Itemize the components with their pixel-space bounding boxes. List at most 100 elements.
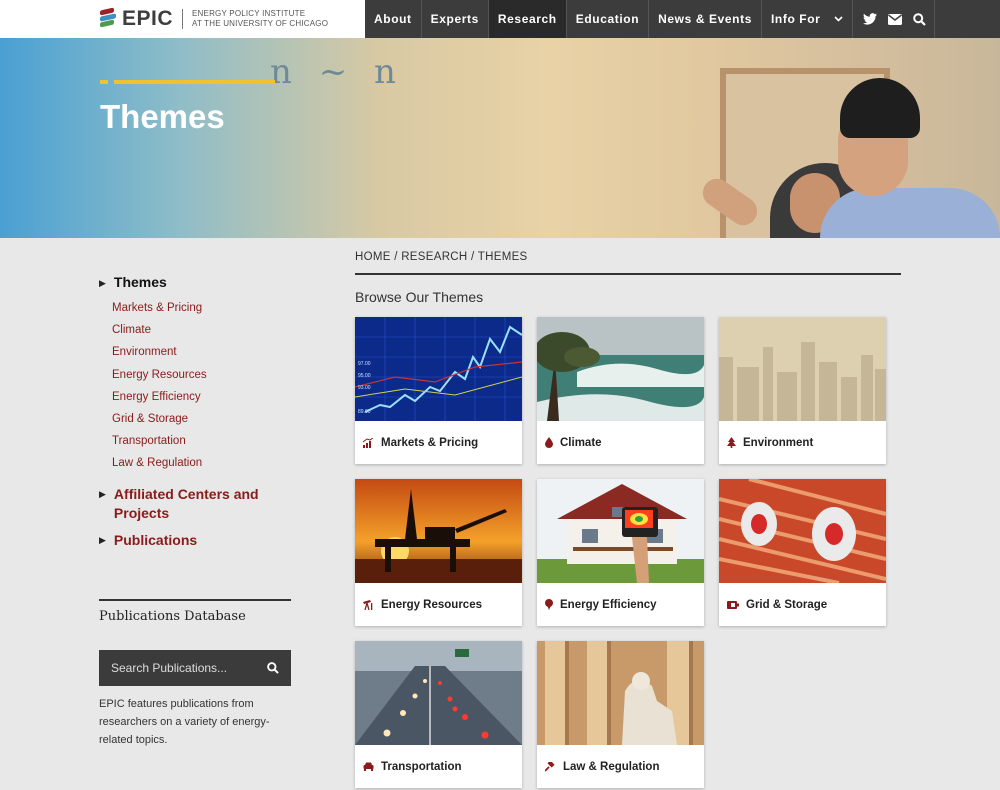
gavel-icon — [545, 761, 556, 772]
caret-right-icon: ▶ — [99, 278, 106, 288]
publications-database-title: Publications Database — [99, 609, 246, 624]
energy-resources-image — [355, 479, 522, 583]
theme-card-environment[interactable]: Environment — [719, 317, 886, 464]
drop-icon — [545, 437, 553, 448]
theme-card-energy-efficiency[interactable]: Energy Efficiency — [537, 479, 704, 626]
sidebar-item-energy-resources[interactable]: Energy Resources — [112, 364, 291, 386]
battery-icon — [727, 600, 739, 609]
logo-subtitle-line1: ENERGY POLICY INSTITUTE — [192, 9, 306, 18]
theme-card-energy-resources[interactable]: Energy Resources — [355, 479, 522, 626]
theme-card-title: Environment — [743, 436, 814, 449]
theme-card-label: Environment — [719, 421, 886, 464]
hero-person-front — [820, 78, 1000, 238]
theme-card-title: Grid & Storage — [746, 598, 828, 611]
theme-card-title: Markets & Pricing — [381, 436, 479, 449]
sidebar-nav: ▶ Themes Markets & Pricing Climate Envir… — [99, 274, 291, 558]
theme-card-law-regulation[interactable]: Law & Regulation — [537, 641, 704, 788]
sidebar-item-grid-storage[interactable]: Grid & Storage — [112, 408, 291, 430]
browse-themes-heading: Browse Our Themes — [355, 289, 484, 305]
sidebar-item-climate[interactable]: Climate — [112, 319, 291, 341]
nav-education[interactable]: Education — [567, 0, 650, 38]
tree-icon — [727, 437, 736, 448]
svg-text:89.00: 89.00 — [358, 409, 371, 415]
logo-divider — [182, 9, 184, 29]
theme-card-label: Climate — [537, 421, 704, 464]
svg-text:97.00: 97.00 — [358, 361, 371, 367]
sidebar-section-publications[interactable]: ▶ Publications — [99, 531, 291, 550]
transportation-image — [355, 641, 522, 745]
whiteboard-scribbles: n ~ n — [270, 52, 404, 92]
caret-right-icon: ▶ — [99, 488, 106, 499]
hero-accent-line — [100, 80, 275, 84]
sidebar-publications-label: Publications — [113, 531, 198, 548]
theme-card-label: Markets & Pricing — [355, 421, 522, 464]
nav-icons — [853, 0, 936, 38]
logo-subtitle-line2: AT THE UNIVERSITY OF CHICAGO — [192, 19, 329, 28]
svg-text:95.00: 95.00 — [358, 373, 371, 379]
caret-right-icon: ▶ — [99, 534, 106, 545]
car-icon — [363, 762, 374, 771]
hero-banner: n ~ n Themes — [0, 38, 1000, 238]
theme-card-title: Energy Resources — [381, 598, 482, 611]
logo-word: EPIC — [122, 7, 174, 30]
nav-news-events[interactable]: News & Events — [649, 0, 762, 38]
pin-icon — [545, 599, 553, 610]
breadcrumb-current: THEMES — [477, 251, 528, 263]
markets-image: 97.00 95.00 93.00 89.00 — [355, 317, 522, 421]
climate-image — [537, 317, 704, 421]
energy-efficiency-image — [537, 479, 704, 583]
logo-subtitle: ENERGY POLICY INSTITUTE AT THE UNIVERSIT… — [192, 9, 328, 29]
law-regulation-image — [537, 641, 704, 745]
sidebar-section-themes[interactable]: ▶ Themes — [99, 274, 291, 290]
sidebar-section-label: Themes — [113, 274, 167, 290]
chevron-down-icon — [834, 14, 844, 24]
breadcrumb-research[interactable]: RESEARCH — [401, 251, 467, 263]
theme-card-label: Law & Regulation — [537, 745, 704, 788]
theme-card-label: Energy Resources — [355, 583, 522, 626]
environment-image — [719, 317, 886, 421]
sidebar-item-markets-pricing[interactable]: Markets & Pricing — [112, 297, 291, 319]
epic-logo-icon — [100, 7, 116, 29]
theme-card-title: Law & Regulation — [563, 760, 660, 773]
sidebar-item-law-regulation[interactable]: Law & Regulation — [112, 452, 291, 474]
publications-search-input[interactable] — [111, 661, 267, 675]
theme-card-title: Climate — [560, 436, 602, 449]
mail-icon[interactable] — [888, 13, 903, 25]
chart-icon — [363, 437, 374, 448]
publications-description: EPIC features publications from research… — [99, 698, 270, 746]
sidebar-section-affiliated[interactable]: ▶ Affiliated Centers and Projects — [99, 485, 291, 523]
theme-card-title: Energy Efficiency — [560, 598, 657, 611]
oil-pump-icon — [363, 599, 374, 610]
page-title: Themes — [100, 98, 225, 135]
publications-database-section: Publications Database — [99, 599, 291, 624]
nav-experts[interactable]: Experts — [422, 0, 489, 38]
search-icon[interactable] — [913, 12, 927, 26]
sidebar-item-transportation[interactable]: Transportation — [112, 430, 291, 452]
theme-card-label: Grid & Storage — [719, 583, 886, 626]
main-nav: About Experts Research Education News & … — [365, 0, 1000, 38]
theme-card-markets-pricing[interactable]: 97.00 95.00 93.00 89.00 Markets & Pricing — [355, 317, 522, 464]
nav-about[interactable]: About — [365, 0, 422, 38]
theme-card-climate[interactable]: Climate — [537, 317, 704, 464]
sidebar-affiliated-label: Affiliated Centers and Projects — [113, 485, 259, 521]
theme-card-label: Transportation — [355, 745, 522, 788]
theme-card-grid-storage[interactable]: Grid & Storage — [719, 479, 886, 626]
site-header: EPIC ENERGY POLICY INSTITUTE AT THE UNIV… — [0, 0, 1000, 38]
sidebar-item-environment[interactable]: Environment — [112, 341, 291, 363]
theme-card-label: Energy Efficiency — [537, 583, 704, 626]
nav-research[interactable]: Research — [488, 0, 567, 38]
grid-storage-image — [719, 479, 886, 583]
nav-info-for[interactable]: Info For — [762, 0, 854, 38]
sidebar-theme-list: Markets & Pricing Climate Environment En… — [99, 297, 291, 475]
nav-info-for-label: Info For — [770, 12, 821, 26]
theme-card-transportation[interactable]: Transportation — [355, 641, 522, 788]
breadcrumb-home[interactable]: HOME — [355, 251, 391, 263]
sidebar-item-energy-efficiency[interactable]: Energy Efficiency — [112, 386, 291, 408]
twitter-icon[interactable] — [863, 13, 878, 25]
svg-text:93.00: 93.00 — [358, 385, 371, 391]
search-icon[interactable] — [267, 662, 279, 674]
theme-card-title: Transportation — [381, 760, 462, 773]
logo[interactable]: EPIC ENERGY POLICY INSTITUTE AT THE UNIV… — [0, 0, 365, 38]
publications-search-box — [99, 650, 291, 686]
breadcrumb: HOME / RESEARCH / THEMES — [355, 251, 901, 275]
